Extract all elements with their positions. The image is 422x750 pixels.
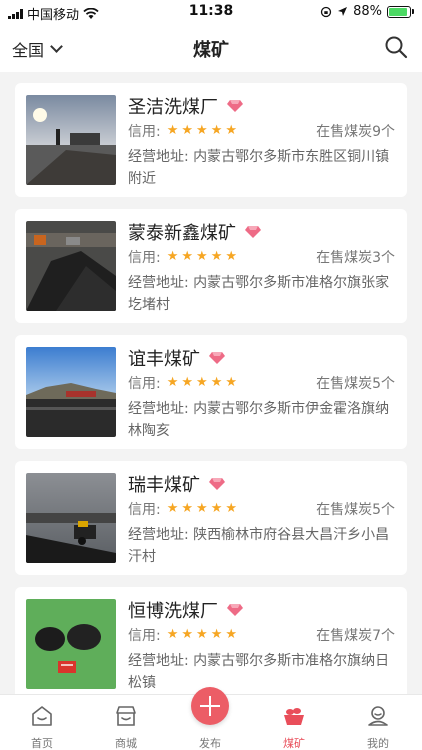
mine-list: 圣洁洗煤厂 信用: ★ ★ ★ ★ ★ 在售煤炭9个 经营地址: 内蒙古鄂尔多斯市东胜区… xyxy=(15,83,407,713)
user-icon xyxy=(368,706,388,726)
mine-card[interactable]: 恒博洗煤厂 信用: ★ ★ ★ ★ ★ 在售煤炭7个 经营地址: 内蒙古鄂尔多斯市准格尔… xyxy=(15,587,407,701)
location-icon xyxy=(338,7,348,16)
search-icon[interactable] xyxy=(384,35,408,59)
plus-icon xyxy=(191,687,229,725)
star-icon: ★ xyxy=(225,249,237,264)
nav-bar: 全国 煤矿 xyxy=(0,24,422,72)
business-address: 经营地址: 内蒙古鄂尔多斯市准格尔旗张家圪堵村 xyxy=(128,275,390,313)
tab-me-label: 我的 xyxy=(367,737,389,750)
tab-mine[interactable]: 煤矿 xyxy=(252,695,336,750)
mine-card[interactable]: 谊丰煤矿 信用: ★ ★ ★ ★ ★ 在售煤炭5个 经营地址: 内蒙古鄂尔多斯市伊金霍洛… xyxy=(15,335,407,449)
diamond-icon xyxy=(209,352,225,364)
mine-photo xyxy=(26,473,116,563)
tab-mall[interactable]: 商城 xyxy=(84,695,168,750)
tab-home-label: 首页 xyxy=(31,737,53,750)
star-icon: ★ xyxy=(181,501,194,516)
mine-card[interactable]: 蒙泰新鑫煤矿 信用: ★ ★ ★ ★ ★ 在售煤炭3个 经营地址: 内蒙古鄂尔多斯市准格… xyxy=(15,209,407,323)
business-address: 经营地址: 内蒙古鄂尔多斯市东胜区铜川镇附近 xyxy=(128,149,390,187)
credit-label: 信用: xyxy=(128,376,161,392)
star-icon: ★ xyxy=(181,627,194,642)
star-icon: ★ xyxy=(210,249,223,264)
stock-count: 在售煤炭3个 xyxy=(316,250,395,266)
mine-photo xyxy=(26,347,116,437)
chevron-down-icon xyxy=(50,40,63,53)
diamond-icon xyxy=(245,226,261,238)
star-icon: ★ xyxy=(166,627,179,642)
credit-label: 信用: xyxy=(128,250,161,266)
tab-bar: 首页 商城 发布 煤矿 我的 xyxy=(0,687,422,750)
tab-home[interactable]: 首页 xyxy=(0,695,84,750)
region-label: 全国 xyxy=(12,41,45,60)
diamond-icon xyxy=(209,478,225,490)
mine-card[interactable]: 圣洁洗煤厂 信用: ★ ★ ★ ★ ★ 在售煤炭9个 经营地址: 内蒙古鄂尔多斯市东胜区… xyxy=(15,83,407,197)
region-selector[interactable]: 全国 xyxy=(12,37,63,61)
home-icon xyxy=(32,706,52,726)
star-icon: ★ xyxy=(166,249,179,264)
diamond-icon xyxy=(227,604,243,616)
tab-mine-label: 煤矿 xyxy=(283,737,305,750)
star-icon: ★ xyxy=(196,501,208,516)
rating-stars: ★ ★ ★ ★ ★ xyxy=(167,124,237,138)
tab-me[interactable]: 我的 xyxy=(336,695,420,750)
star-icon: ★ xyxy=(225,375,237,390)
business-address: 经营地址: 陕西榆林市府谷县大昌汗乡小昌汗村 xyxy=(128,527,390,565)
mine-card[interactable]: 瑞丰煤矿 信用: ★ ★ ★ ★ ★ 在售煤炭5个 经营地址: 陕西榆林市府谷县大昌汗乡… xyxy=(15,461,407,575)
star-icon: ★ xyxy=(210,375,223,390)
rating-stars: ★ ★ ★ ★ ★ xyxy=(167,376,237,390)
status-bar: 中国移动 11:38 88% xyxy=(0,0,422,24)
star-icon: ★ xyxy=(210,501,223,516)
business-address: 经营地址: 内蒙古鄂尔多斯市准格尔旗纳日松镇 xyxy=(128,653,390,691)
star-icon: ★ xyxy=(225,123,237,138)
coal-cart-icon xyxy=(284,708,304,725)
star-icon: ★ xyxy=(181,375,194,390)
star-icon: ★ xyxy=(210,627,223,642)
credit-label: 信用: xyxy=(128,502,161,518)
stock-count: 在售煤炭9个 xyxy=(316,124,395,140)
mine-photo xyxy=(26,599,116,689)
tab-publish-label: 发布 xyxy=(199,737,221,750)
mine-name: 恒博洗煤厂 xyxy=(128,601,218,622)
store-icon xyxy=(116,706,136,726)
mine-photo xyxy=(26,221,116,311)
stock-count: 在售煤炭5个 xyxy=(316,502,395,518)
mine-name: 圣洁洗煤厂 xyxy=(128,97,218,118)
star-icon: ★ xyxy=(210,123,223,138)
diamond-icon xyxy=(227,100,243,112)
star-icon: ★ xyxy=(181,249,194,264)
star-icon: ★ xyxy=(196,375,208,390)
business-address: 经营地址: 内蒙古鄂尔多斯市伊金霍洛旗纳林陶亥 xyxy=(128,401,390,439)
star-icon: ★ xyxy=(225,627,237,642)
page-title: 煤矿 xyxy=(193,40,229,61)
mine-photo xyxy=(26,95,116,185)
star-icon: ★ xyxy=(225,501,237,516)
rotation-lock-icon xyxy=(320,6,332,17)
star-icon: ★ xyxy=(196,249,208,264)
rating-stars: ★ ★ ★ ★ ★ xyxy=(167,250,237,264)
tab-mall-label: 商城 xyxy=(115,737,137,750)
mine-name: 蒙泰新鑫煤矿 xyxy=(128,223,236,244)
star-icon: ★ xyxy=(196,123,208,138)
credit-label: 信用: xyxy=(128,124,161,140)
stock-count: 在售煤炭5个 xyxy=(316,376,395,392)
star-icon: ★ xyxy=(166,375,179,390)
star-icon: ★ xyxy=(166,501,179,516)
tab-publish[interactable]: 发布 xyxy=(168,687,252,750)
mine-name: 瑞丰煤矿 xyxy=(128,475,200,496)
star-icon: ★ xyxy=(196,627,208,642)
rating-stars: ★ ★ ★ ★ ★ xyxy=(167,502,237,516)
rating-stars: ★ ★ ★ ★ ★ xyxy=(167,628,237,642)
battery-percent: 88% xyxy=(353,4,382,19)
stock-count: 在售煤炭7个 xyxy=(316,628,395,644)
mine-name: 谊丰煤矿 xyxy=(128,349,200,370)
credit-label: 信用: xyxy=(128,628,161,644)
star-icon: ★ xyxy=(181,123,194,138)
battery-icon xyxy=(387,5,414,18)
star-icon: ★ xyxy=(166,123,179,138)
